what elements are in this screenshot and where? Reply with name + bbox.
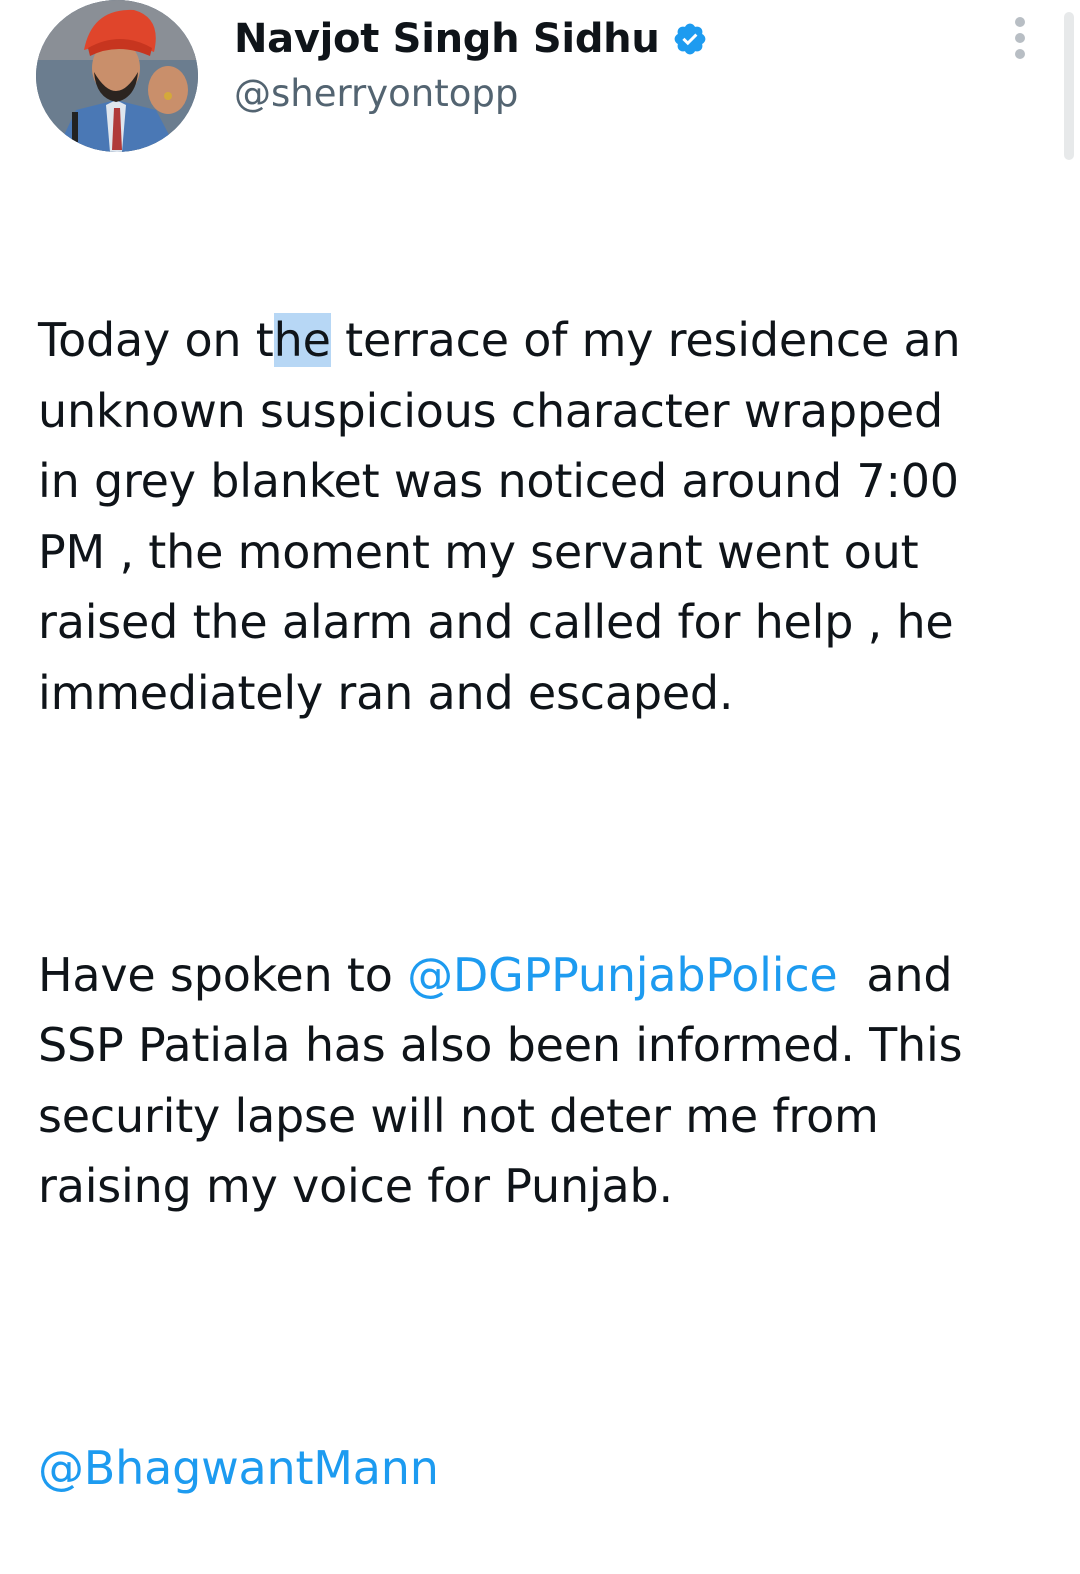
text-selection-highlight: he bbox=[273, 313, 331, 367]
display-name-text[interactable]: Navjot Singh Sidhu bbox=[234, 16, 660, 62]
avatar-photo bbox=[36, 0, 198, 152]
mention-link-bhagwantmann[interactable]: @BhagwantMann bbox=[38, 1441, 439, 1495]
author-handle[interactable]: @sherryontopp bbox=[234, 72, 518, 115]
verified-badge-icon bbox=[672, 21, 708, 57]
tweet-paragraph-1: Today on the terrace of my residence an … bbox=[38, 305, 1074, 728]
avatar[interactable] bbox=[36, 0, 198, 152]
author-display-name[interactable]: Navjot Singh Sidhu bbox=[234, 16, 708, 62]
tweet-paragraph-3: @BhagwantMann bbox=[38, 1433, 1074, 1504]
more-vertical-icon[interactable] bbox=[1012, 16, 1028, 60]
tweet-text-segment: Today on t bbox=[38, 313, 274, 367]
tweet-text: Today on the terrace of my residence an … bbox=[38, 164, 1074, 1574]
tweet-text-segment: terrace of my residence an unknown suspi… bbox=[38, 313, 961, 720]
mention-link-dgppunjabpolice[interactable]: @DGPPunjabPolice bbox=[407, 948, 838, 1002]
tweet-text-segment: Have spoken to bbox=[38, 947, 408, 1002]
tweet-paragraph-2: Have spoken to @DGPPunjabPolice and SSP … bbox=[38, 940, 1074, 1222]
scrollbar[interactable] bbox=[1064, 12, 1074, 160]
